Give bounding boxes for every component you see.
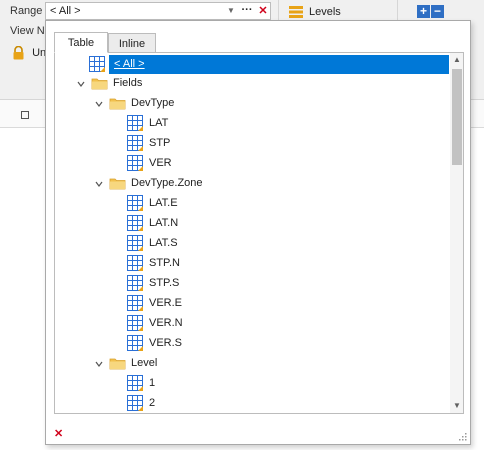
table-icon (127, 155, 144, 172)
tree-node-label: 2 (149, 397, 156, 409)
folder-icon (109, 95, 126, 112)
table-icon (127, 195, 144, 212)
tree-node-field[interactable]: LAT.S (55, 234, 449, 254)
tree-node-field[interactable]: VER.S (55, 334, 449, 354)
tree-node-field[interactable]: 1 (55, 374, 449, 394)
tree-node-field[interactable]: VER (55, 154, 449, 174)
folder-icon (109, 355, 126, 372)
tree-node-field[interactable]: LAT.E (55, 194, 449, 214)
table-icon (127, 275, 144, 292)
table-icon (127, 395, 144, 412)
range-combo[interactable]: < All > ▼ ··· ✕ (45, 2, 271, 20)
levels-button[interactable]: Levels (289, 6, 341, 19)
chevron-down-icon[interactable]: ▼ (224, 3, 238, 19)
tree-node-label: Fields (113, 77, 143, 89)
tree-node-label: DevType (131, 97, 175, 109)
tree-node-label: VER.S (149, 337, 183, 349)
tree-node-label: VER.N (149, 317, 183, 329)
tree-node-field[interactable]: VER.N (55, 314, 449, 334)
tree-node-label: LAT.S (149, 237, 178, 249)
tab-table[interactable]: Table (54, 32, 108, 53)
lock-icon (13, 45, 24, 60)
tree-node-field[interactable]: STP.S (55, 274, 449, 294)
range-value: < All > (50, 5, 81, 17)
chevron-down-icon[interactable] (95, 179, 103, 187)
tree-node-all-selected[interactable]: < All > (109, 55, 449, 74)
table-icon (127, 235, 144, 252)
tree-node-group[interactable]: DevType.Zone (55, 174, 449, 194)
minus-icon[interactable]: − (431, 5, 444, 18)
tree-node-label: LAT.E (149, 197, 178, 209)
chevron-down-icon[interactable] (95, 99, 103, 107)
tree-node-fields[interactable]: Fields (55, 74, 449, 94)
expand-collapse-group: + − (417, 5, 445, 18)
tree-node-field[interactable]: STP.N (55, 254, 449, 274)
chevron-down-icon[interactable] (77, 79, 85, 87)
tree-node-label: VER (149, 157, 172, 169)
folder-icon (109, 175, 126, 192)
tree-node-group[interactable]: DevType (55, 94, 449, 114)
table-icon (127, 375, 144, 392)
tree-node-label: LAT.N (149, 217, 179, 229)
tree-node-label: 1 (149, 377, 156, 389)
tree-node-field[interactable]: STP (55, 134, 449, 154)
tree-node-label: < All > (114, 58, 145, 70)
resize-grip-icon[interactable] (457, 431, 467, 441)
vertical-scrollbar[interactable]: ▲ ▼ (450, 53, 463, 413)
unlock-button[interactable]: Un (12, 45, 46, 60)
range-label: Range (10, 5, 43, 17)
tree-node-label: STP (149, 137, 171, 149)
tree-node-label: STP.S (149, 277, 180, 289)
clear-range-button[interactable]: ✕ (256, 3, 270, 19)
table-icon (127, 335, 144, 352)
levels-label: Levels (309, 6, 341, 18)
tree-node-label: LAT (149, 117, 169, 129)
field-tree[interactable]: ▲ ▼ < All > Fields DevType LAT STP VER DevType… (54, 53, 464, 414)
chevron-down-icon[interactable] (95, 359, 103, 367)
levels-icon (289, 6, 303, 19)
table-icon (89, 56, 106, 76)
ellipsis-button[interactable]: ··· (240, 3, 254, 19)
tree-node-field[interactable]: VER.E (55, 294, 449, 314)
scroll-up-icon[interactable]: ▲ (450, 53, 463, 67)
tree-node-label: STP.N (149, 257, 180, 269)
tree-node-label: DevType.Zone (131, 177, 203, 189)
range-popup: Table Inline ▲ ▼ < All > Fields DevType LAT… (45, 20, 471, 445)
tree-node-field[interactable]: LAT (55, 114, 449, 134)
scroll-down-icon[interactable]: ▼ (450, 399, 463, 413)
table-icon (127, 255, 144, 272)
tree-node-group[interactable]: Level (55, 354, 449, 374)
table-icon (127, 135, 144, 152)
table-icon (127, 315, 144, 332)
folder-icon (91, 75, 108, 92)
tree-node-field[interactable]: LAT.N (55, 214, 449, 234)
checkbox-square-icon[interactable] (21, 111, 29, 119)
plus-icon[interactable]: + (417, 5, 430, 18)
table-icon (127, 115, 144, 132)
table-icon (127, 295, 144, 312)
tab-inline[interactable]: Inline (108, 33, 156, 53)
tree-node-field[interactable]: 2 (55, 394, 449, 413)
tree-node-label: Level (131, 357, 158, 369)
scroll-thumb[interactable] (452, 69, 462, 165)
clear-selection-button[interactable]: ✕ (54, 427, 63, 440)
tree-node-label: VER.E (149, 297, 183, 309)
table-icon (127, 215, 144, 232)
